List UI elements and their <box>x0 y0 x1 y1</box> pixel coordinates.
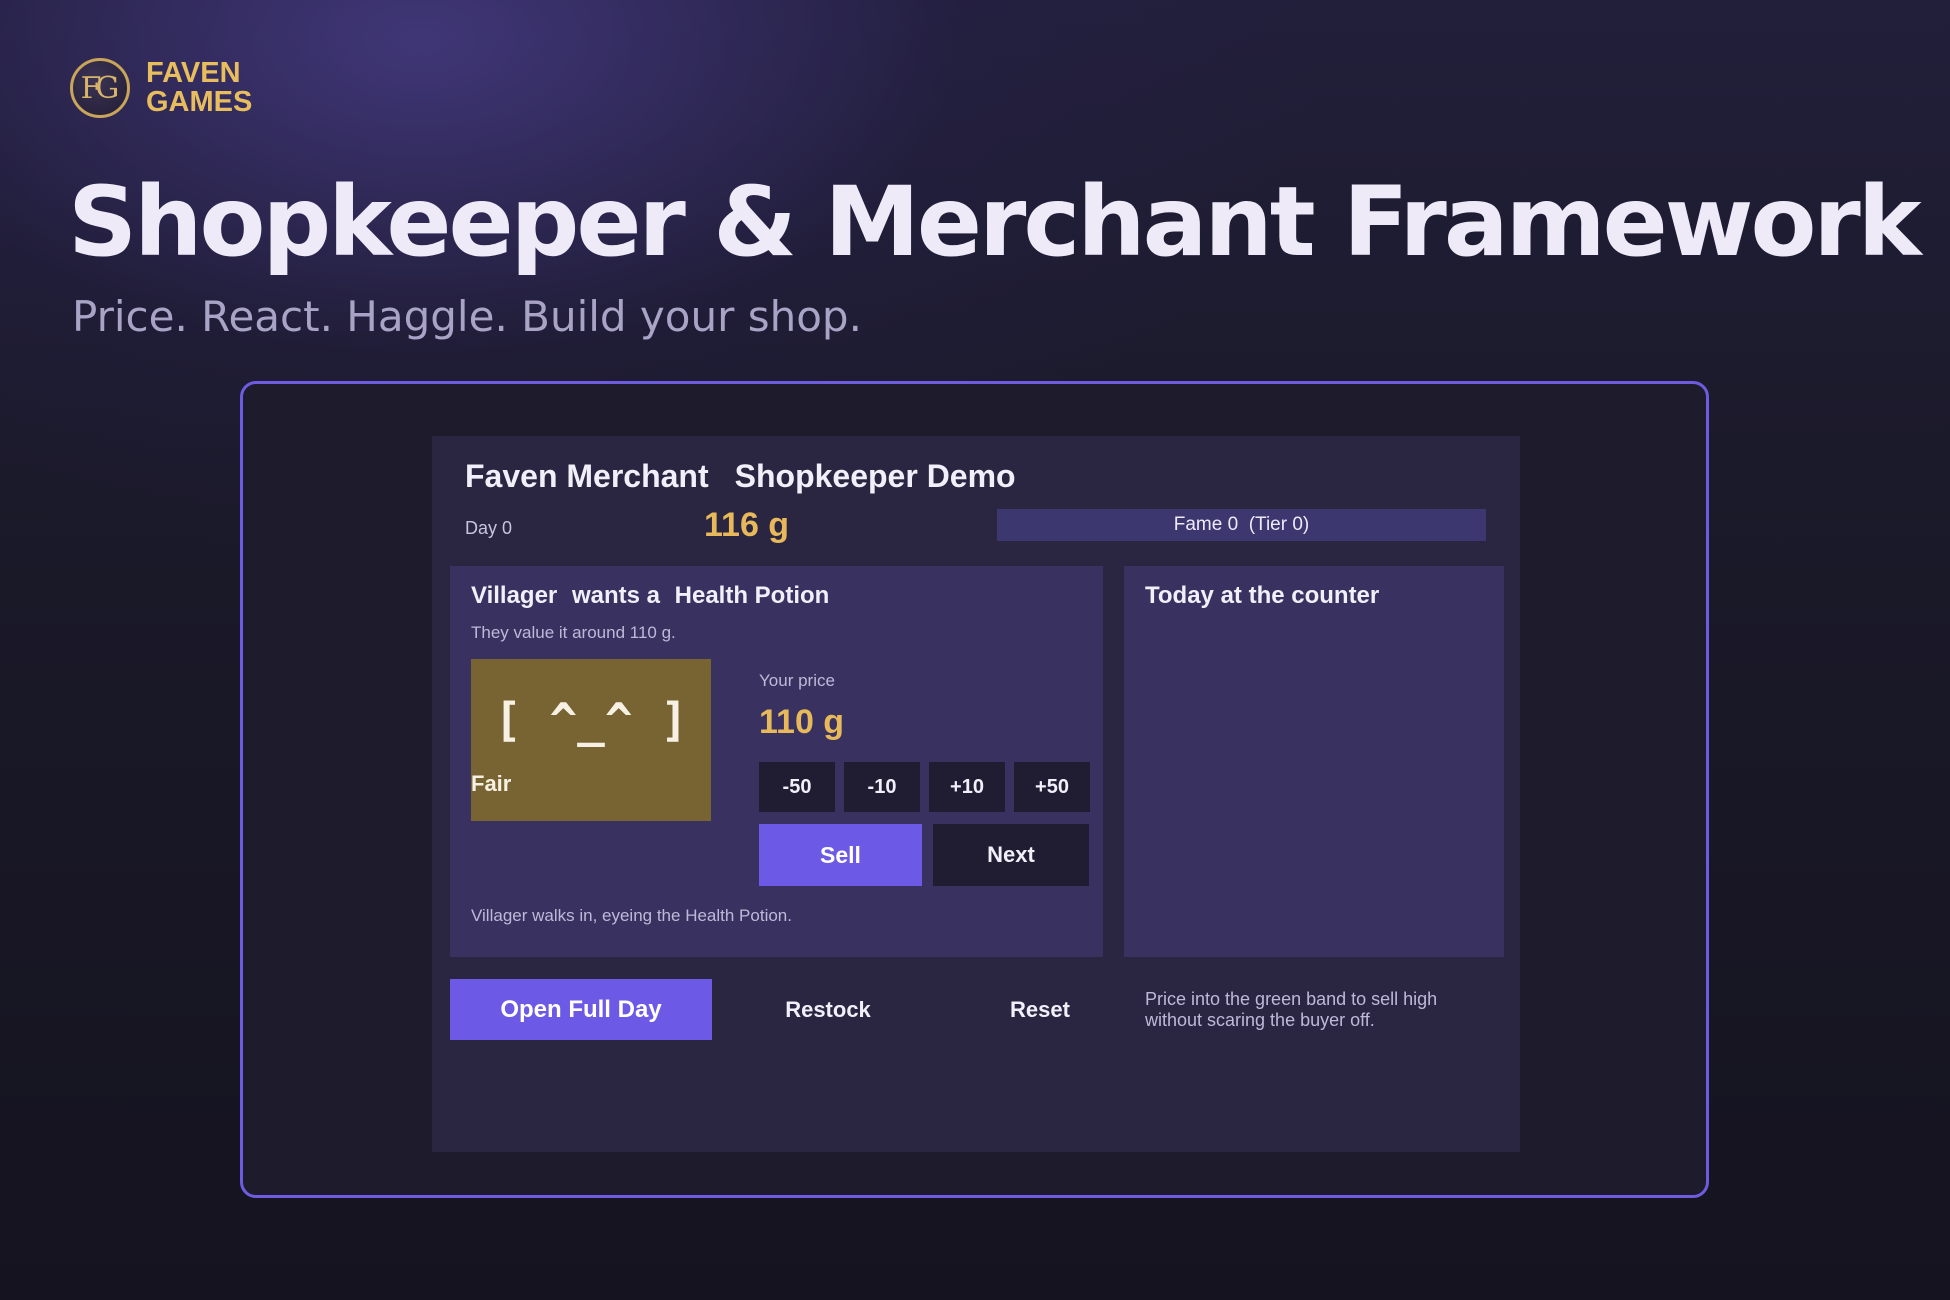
customer-item: Health Potion <box>674 582 830 609</box>
reset-button[interactable]: Reset <box>944 979 1136 1040</box>
customer-request: Villager wants a Health Potion <box>471 582 829 610</box>
logo-monogram-icon: FG <box>70 58 130 118</box>
game-title: Faven Merchant Shopkeeper Demo <box>465 458 1016 495</box>
customer-verb: wants a <box>571 582 660 609</box>
hero-title: Shopkeeper & Merchant Framework <box>68 166 1922 278</box>
price-plus-50-button[interactable]: +50 <box>1014 762 1090 812</box>
hero-subtitle: Price. React. Haggle. Build your shop. <box>72 292 862 341</box>
price-minus-50-button[interactable]: -50 <box>759 762 835 812</box>
open-full-day-button[interactable]: Open Full Day <box>450 979 712 1040</box>
customer-mood-portrait: [ ^_^ ] Fair <box>471 659 711 821</box>
customer-valuation: They value it around 110 g. <box>471 623 676 642</box>
customer-name: Villager <box>471 582 558 609</box>
game-window: Faven Merchant Shopkeeper Demo Day 0 116 … <box>432 436 1520 1152</box>
price-value: 110 g <box>759 703 845 741</box>
counter-title: Today at the counter <box>1145 582 1380 609</box>
logo-monogram: FG <box>80 70 120 106</box>
gold-amount: 116 g <box>704 506 790 544</box>
logo-line-2: GAMES <box>146 86 253 118</box>
counter-log-card: Today at the counter <box>1124 566 1504 957</box>
price-plus-10-button[interactable]: +10 <box>929 762 1005 812</box>
price-caption: Your price <box>759 671 835 690</box>
restock-button[interactable]: Restock <box>732 979 924 1040</box>
event-log: Villager walks in, eyeing the Health Pot… <box>471 906 792 925</box>
price-minus-10-button[interactable]: -10 <box>844 762 920 812</box>
mood-face-icon: [ ^_^ ] <box>494 693 688 747</box>
customer-card: Villager wants a Health Potion They valu… <box>450 566 1103 957</box>
day-counter: Day 0 <box>465 518 513 538</box>
brand-logo: FG FAVEN GAMES <box>70 58 252 118</box>
pricing-hint: Price into the green band to sell high w… <box>1145 989 1438 1030</box>
screen-title: Shopkeeper Demo <box>734 458 1016 494</box>
logo-line-1: FAVEN <box>146 57 241 89</box>
mood-label: Fair <box>471 771 512 796</box>
fame-label: Fame 0 (Tier 0) <box>1173 514 1310 535</box>
logo-wordmark: FAVEN GAMES <box>146 59 252 117</box>
fame-bar: Fame 0 (Tier 0) <box>997 509 1486 541</box>
sell-button[interactable]: Sell <box>759 824 922 886</box>
app-name: Faven Merchant <box>465 458 709 494</box>
next-button[interactable]: Next <box>933 824 1089 886</box>
